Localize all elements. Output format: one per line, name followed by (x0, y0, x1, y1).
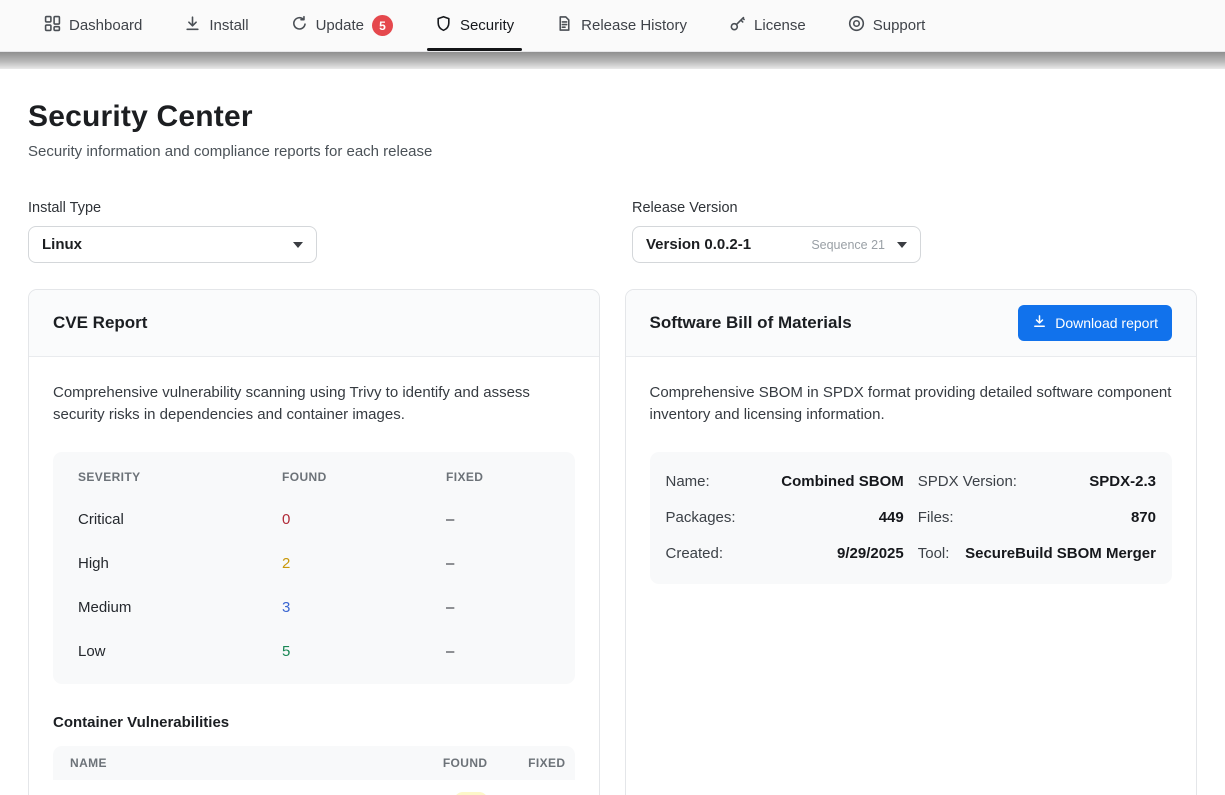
install-type-select[interactable]: Linux (28, 226, 317, 263)
severity-label: High (78, 555, 109, 572)
release-version-label: Release Version (632, 200, 738, 216)
cve-report-card: CVE Report Comprehensive vulnerability s… (28, 289, 600, 795)
nav-tab-dashboard[interactable]: Dashboard (30, 0, 156, 51)
severity-table-header: SEVERITY FOUND FIXED (53, 456, 575, 498)
nav-tab-support[interactable]: Support (834, 0, 940, 51)
update-count-badge: 5 (371, 15, 393, 36)
sbom-info-tool: Tool: SecureBuild SBOM Merger (917, 545, 1156, 562)
fixed-count: – (446, 511, 455, 528)
found-count: 2 (282, 555, 291, 572)
sbom-title: Software Bill of Materials (649, 313, 852, 332)
table-row: High 2 – (53, 542, 575, 586)
table-row: Medium 3 – (53, 586, 575, 630)
fixed-count: – (446, 555, 455, 572)
page-subtitle: Security information and compliance repo… (28, 143, 433, 160)
nav-tab-label: Security (459, 17, 515, 34)
nav-tab-security[interactable]: Security (421, 0, 528, 51)
nav-tab-label: Dashboard (69, 17, 143, 34)
col-name: NAME (70, 755, 107, 770)
sbom-info-spdx-version: SPDX Version: SPDX-2.3 (917, 473, 1156, 490)
release-version-control: Release Version Version 0.0.2-1 Sequence… (632, 200, 921, 263)
sbom-info-packages: Packages: 449 (665, 509, 904, 526)
filter-controls: Install Type Linux Release Version Versi… (28, 200, 1197, 263)
fixed-count: – (446, 643, 455, 660)
download-icon (1032, 314, 1047, 332)
download-report-label: Download report (1055, 315, 1158, 331)
cve-report-title: CVE Report (53, 313, 148, 332)
sbom-info-files: Files: 870 (917, 509, 1156, 526)
severity-label: Medium (78, 599, 132, 616)
install-type-label: Install Type (28, 200, 102, 216)
col-severity: SEVERITY (78, 469, 141, 484)
header-scroll-shadow (0, 52, 1225, 69)
dashboard-grid-icon (44, 15, 61, 36)
release-sequence-label: Sequence 21 (811, 237, 885, 252)
nav-tab-install[interactable]: Install (170, 0, 262, 51)
sbom-card: Software Bill of Materials Download repo… (624, 289, 1197, 795)
found-count: 3 (282, 599, 291, 616)
download-icon (184, 15, 201, 36)
key-icon (729, 15, 746, 36)
cve-report-header: CVE Report (29, 290, 599, 357)
col-fixed: FIXED (528, 755, 566, 770)
lifebuoy-icon (848, 15, 865, 36)
col-found: FOUND (442, 755, 488, 770)
severity-label: Low (78, 643, 106, 660)
sbom-description: Comprehensive SBOM in SPDX format provid… (649, 384, 1172, 423)
found-count-badge (453, 791, 488, 795)
nav-tab-update[interactable]: Update 5 (277, 0, 407, 51)
shield-icon (435, 15, 452, 36)
chevron-down-icon (293, 241, 303, 248)
release-version-select[interactable]: Version 0.0.2-1 Sequence 21 (632, 226, 921, 263)
download-report-button[interactable]: Download report (1018, 305, 1172, 341)
install-type-control: Install Type Linux (28, 200, 317, 263)
found-count: 0 (282, 511, 291, 528)
nav-tab-label: Install (209, 17, 249, 34)
container-table-header: NAME FOUND FIXED (53, 745, 575, 780)
document-icon (556, 15, 573, 36)
page-title: Security Center (28, 100, 253, 133)
table-row: Critical 0 – (53, 498, 575, 542)
fixed-count: – (446, 599, 455, 616)
release-version-value: Version 0.0.2-1 (646, 236, 752, 253)
table-row (53, 780, 575, 795)
install-type-value: Linux (42, 236, 82, 253)
table-row: Low 5 – (53, 630, 575, 674)
nav-tab-label: Support (872, 17, 926, 34)
nav-tab-label: License (754, 17, 806, 34)
sbom-info-panel: Name: Combined SBOM SPDX Version: SPDX-2… (649, 451, 1172, 584)
container-vulnerabilities-title: Container Vulnerabilities (53, 713, 230, 731)
severity-label: Critical (78, 511, 124, 528)
sbom-info-name: Name: Combined SBOM (665, 473, 904, 490)
cve-report-description: Comprehensive vulnerability scanning usi… (53, 384, 530, 423)
nav-tab-label: Update (315, 17, 364, 34)
sbom-header: Software Bill of Materials Download repo… (625, 290, 1196, 357)
refresh-icon (291, 15, 308, 36)
top-navigation: Dashboard Install Update 5 Security Rele… (0, 0, 1225, 52)
col-fixed: FIXED (446, 469, 484, 484)
nav-tab-label: Release History (581, 17, 688, 34)
severity-table: SEVERITY FOUND FIXED Critical 0 – High 2… (53, 451, 575, 684)
found-count: 5 (282, 643, 291, 660)
nav-tab-release-history[interactable]: Release History (542, 0, 701, 51)
col-found: FOUND (282, 469, 327, 484)
chevron-down-icon (897, 241, 907, 248)
nav-tab-license[interactable]: License (715, 0, 820, 51)
main-content: Security Center Security information and… (0, 100, 1225, 795)
sbom-info-created: Created: 9/29/2025 (665, 545, 904, 562)
